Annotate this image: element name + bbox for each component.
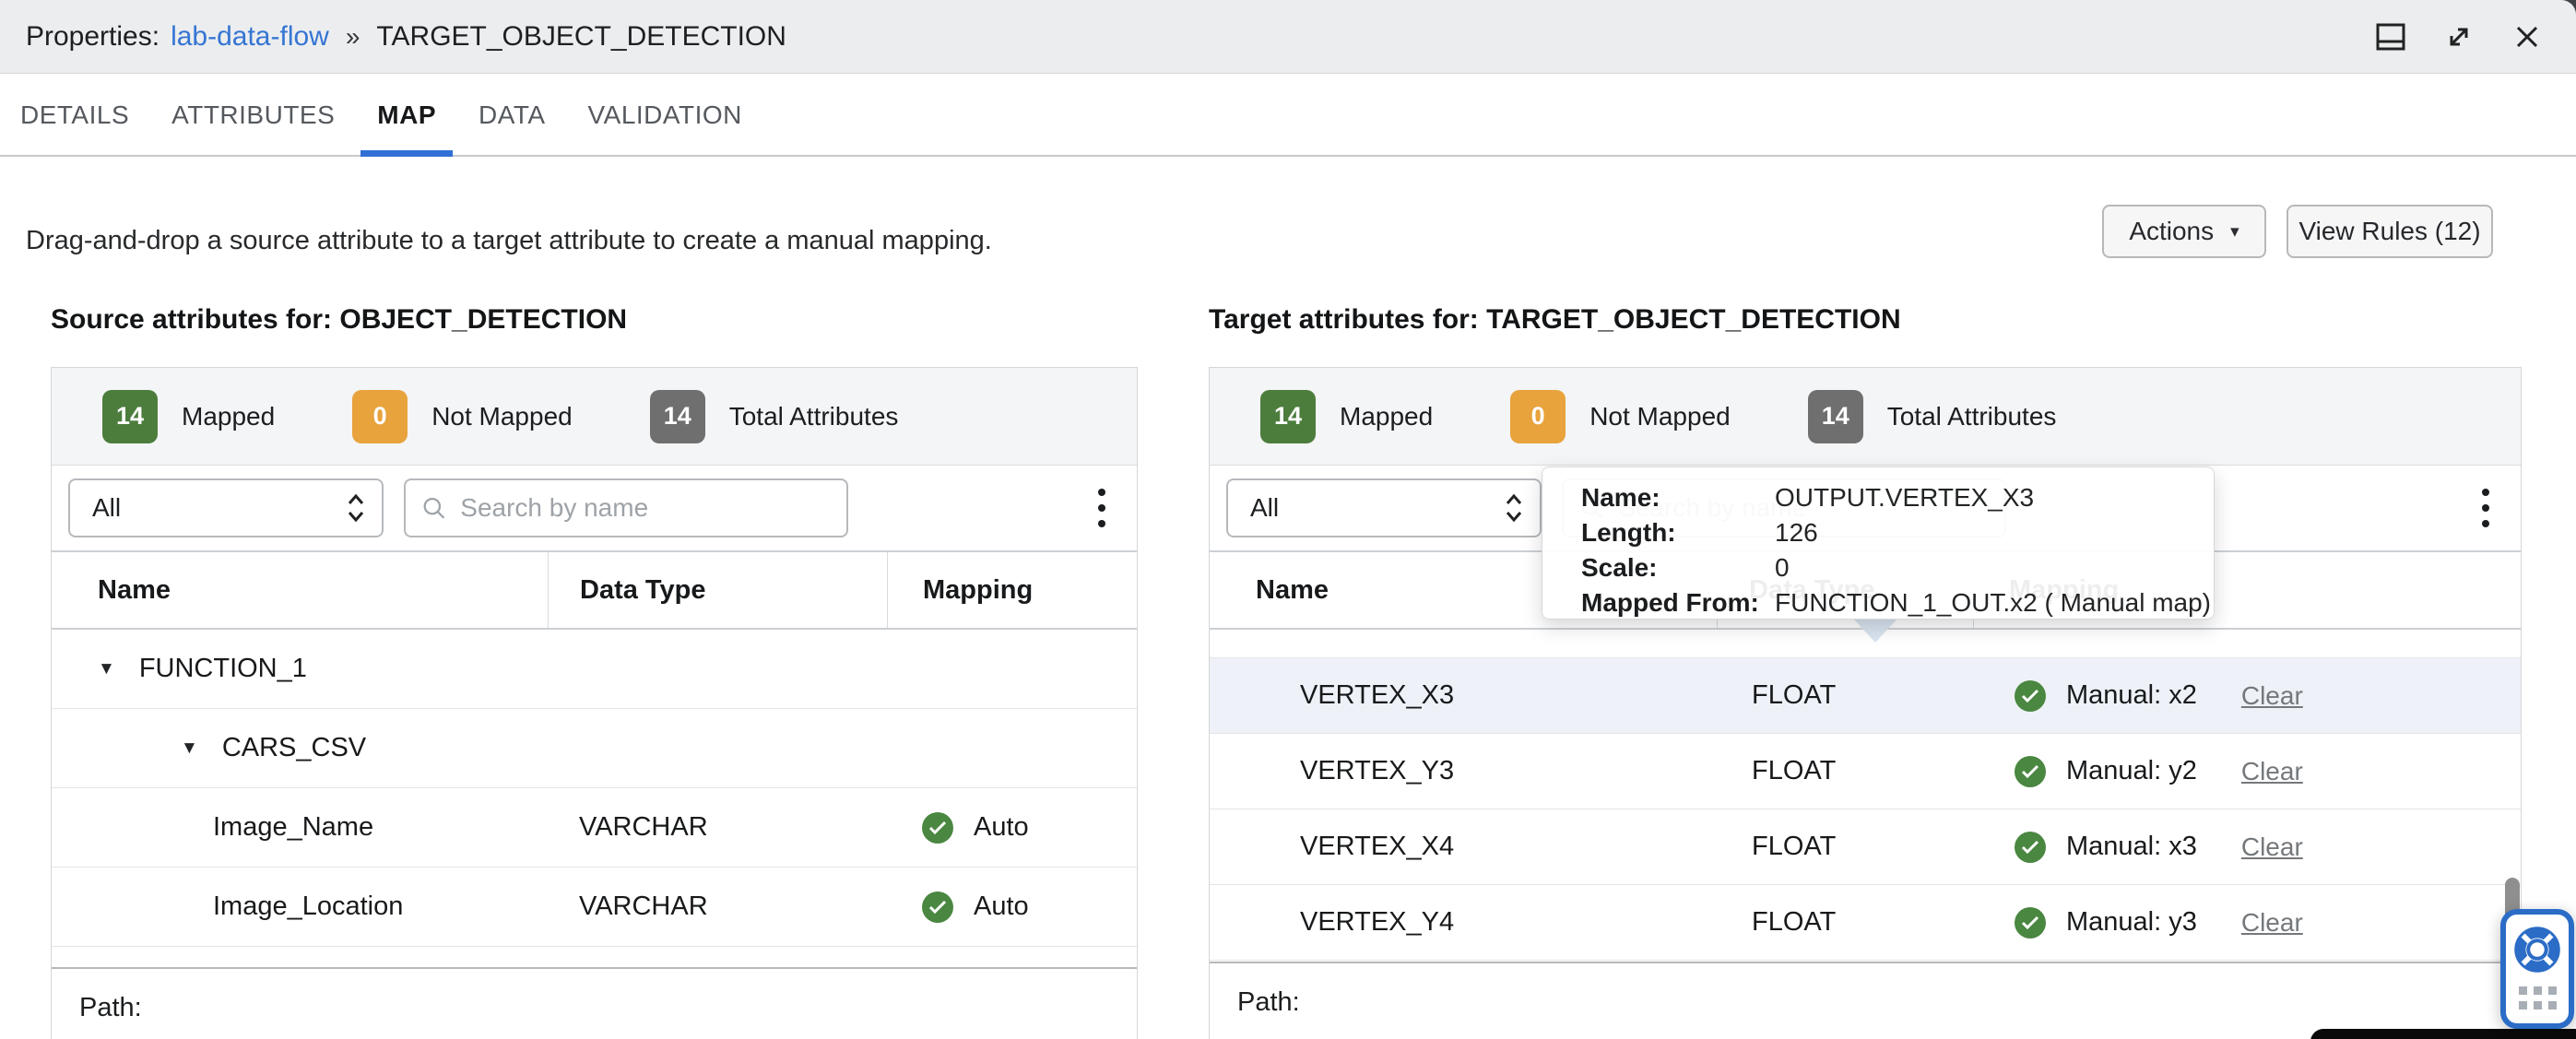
expand-icon[interactable] [2443, 21, 2475, 53]
source-panel-title: Source attributes for: OBJECT_DETECTION [51, 304, 627, 336]
tooltip-scale-value: 0 [1775, 551, 1790, 584]
source-overflow-menu-icon[interactable] [1093, 483, 1111, 533]
lifebuoy-help-icon [2513, 926, 2561, 974]
table-row-group[interactable]: ▼ CARS_CSV [52, 709, 1137, 788]
source-attributes-panel: 14 Mapped 0 Not Mapped 14 Total Attribut… [51, 367, 1138, 1039]
tree-collapse-icon[interactable]: ▼ [98, 659, 115, 679]
help-widget-button[interactable] [2500, 909, 2574, 1029]
breadcrumb-separator: » [346, 22, 360, 52]
source-filter-select[interactable]: All [68, 478, 384, 537]
total-count-badge: 14 [650, 390, 705, 443]
titlebar-prefix: Properties: [26, 21, 160, 53]
table-row[interactable]: Image_Name VARCHAR Auto [52, 788, 1137, 868]
mapped-label: Mapped [182, 402, 275, 431]
drag-handle-dots-icon[interactable] [2519, 986, 2557, 1009]
tooltip-name-label: Name: [1581, 481, 1775, 514]
source-table-header: Name Data Type Mapping [52, 550, 1137, 630]
target-stats-bar: 14 Mapped 0 Not Mapped 14 Total Attribut… [1210, 368, 2521, 466]
tooltip-length-value: 126 [1775, 516, 1818, 549]
breadcrumb-link-dataflow[interactable]: lab-data-flow [171, 21, 329, 53]
mapped-check-icon [922, 812, 953, 844]
source-path-label: Path: [52, 969, 1137, 1023]
not-mapped-label: Not Mapped [1589, 402, 1731, 431]
mapped-check-icon [2015, 680, 2046, 712]
tab-map[interactable]: MAP [375, 75, 438, 155]
not-mapped-count-badge: 0 [1510, 390, 1566, 443]
properties-window: Properties: lab-data-flow » TARGET_OBJEC… [0, 0, 2576, 1039]
tree-collapse-icon[interactable]: ▼ [181, 738, 198, 759]
column-header-name: Name [52, 552, 548, 628]
tooltip-name-value: OUTPUT.VERTEX_X3 [1775, 481, 2034, 514]
tooltip-scale-label: Scale: [1581, 551, 1775, 584]
tab-details[interactable]: DETAILS [18, 75, 131, 155]
mapped-check-icon [2015, 832, 2046, 863]
mapped-label: Mapped [1340, 402, 1433, 431]
clear-mapping-link[interactable]: Clear [2241, 681, 2303, 711]
total-label: Total Attributes [729, 402, 899, 431]
dock-panel-icon[interactable] [2375, 21, 2406, 53]
tab-attributes[interactable]: ATTRIBUTES [170, 75, 337, 155]
source-search-box [404, 478, 848, 537]
column-header-type: Data Type [548, 552, 887, 628]
mapped-count-badge: 14 [1260, 390, 1316, 443]
partial-row [52, 947, 1137, 969]
target-path-label: Path: [1210, 963, 2521, 1018]
table-row[interactable]: VERTEX_X3 FLOAT Manual: x2 Clear [1210, 658, 2521, 734]
table-row[interactable]: Image_Location VARCHAR Auto [52, 868, 1137, 947]
clear-mapping-link[interactable]: Clear [2241, 908, 2303, 938]
tooltip-mapped-from-label: Mapped From: [1581, 586, 1775, 619]
source-filter-row: All [52, 466, 1137, 550]
select-updown-icon [1505, 492, 1523, 524]
titlebar: Properties: lab-data-flow » TARGET_OBJEC… [0, 0, 2576, 74]
target-filter-select[interactable]: All [1226, 478, 1542, 537]
search-icon [422, 495, 445, 521]
target-overflow-menu-icon[interactable] [2476, 483, 2495, 533]
tooltip-mapped-from-value: FUNCTION_1_OUT.x2 ( Manual map) [1775, 586, 2211, 619]
tab-bar: DETAILS ATTRIBUTES MAP DATA VALIDATION [0, 75, 2576, 157]
attribute-tooltip: Name: OUTPUT.VERTEX_X3 Length: 126 Scale… [1542, 466, 2215, 620]
mapped-check-icon [922, 891, 953, 923]
table-row-group[interactable]: ▼ FUNCTION_1 [52, 630, 1137, 709]
table-row[interactable]: VERTEX_Y4 FLOAT Manual: y3 Clear [1210, 885, 2521, 961]
chevron-down-icon: ▾ [2230, 221, 2239, 242]
total-label: Total Attributes [1887, 402, 2057, 431]
mapping-instruction: Drag-and-drop a source attribute to a ta… [26, 226, 992, 256]
breadcrumb-current: TARGET_OBJECT_DETECTION [376, 21, 786, 53]
actions-button[interactable]: Actions ▾ [2102, 205, 2266, 258]
clear-mapping-link[interactable]: Clear [2241, 832, 2303, 862]
not-mapped-count-badge: 0 [352, 390, 408, 443]
clear-mapping-link[interactable]: Clear [2241, 757, 2303, 786]
not-mapped-label: Not Mapped [431, 402, 573, 431]
mapped-count-badge: 14 [102, 390, 158, 443]
mapped-check-icon [2015, 907, 2046, 939]
tab-data[interactable]: DATA [477, 75, 548, 155]
column-header-mapping: Mapping [887, 552, 1137, 628]
tooltip-caret [1853, 619, 1897, 643]
total-count-badge: 14 [1808, 390, 1863, 443]
tooltip-length-label: Length: [1581, 516, 1775, 549]
source-stats-bar: 14 Mapped 0 Not Mapped 14 Total Attribut… [52, 368, 1137, 466]
table-row[interactable]: VERTEX_X4 FLOAT Manual: x3 Clear [1210, 809, 2521, 885]
tab-validation[interactable]: VALIDATION [586, 75, 744, 155]
source-search-input[interactable] [458, 492, 830, 524]
close-icon[interactable] [2511, 21, 2543, 53]
view-rules-button[interactable]: View Rules (12) [2286, 205, 2493, 258]
mapped-check-icon [2015, 756, 2046, 787]
select-updown-icon [347, 492, 365, 524]
bottom-popup-edge [2310, 1029, 2576, 1039]
table-row[interactable]: VERTEX_Y3 FLOAT Manual: y2 Clear [1210, 734, 2521, 809]
target-panel-title: Target attributes for: TARGET_OBJECT_DET… [1209, 304, 1901, 336]
